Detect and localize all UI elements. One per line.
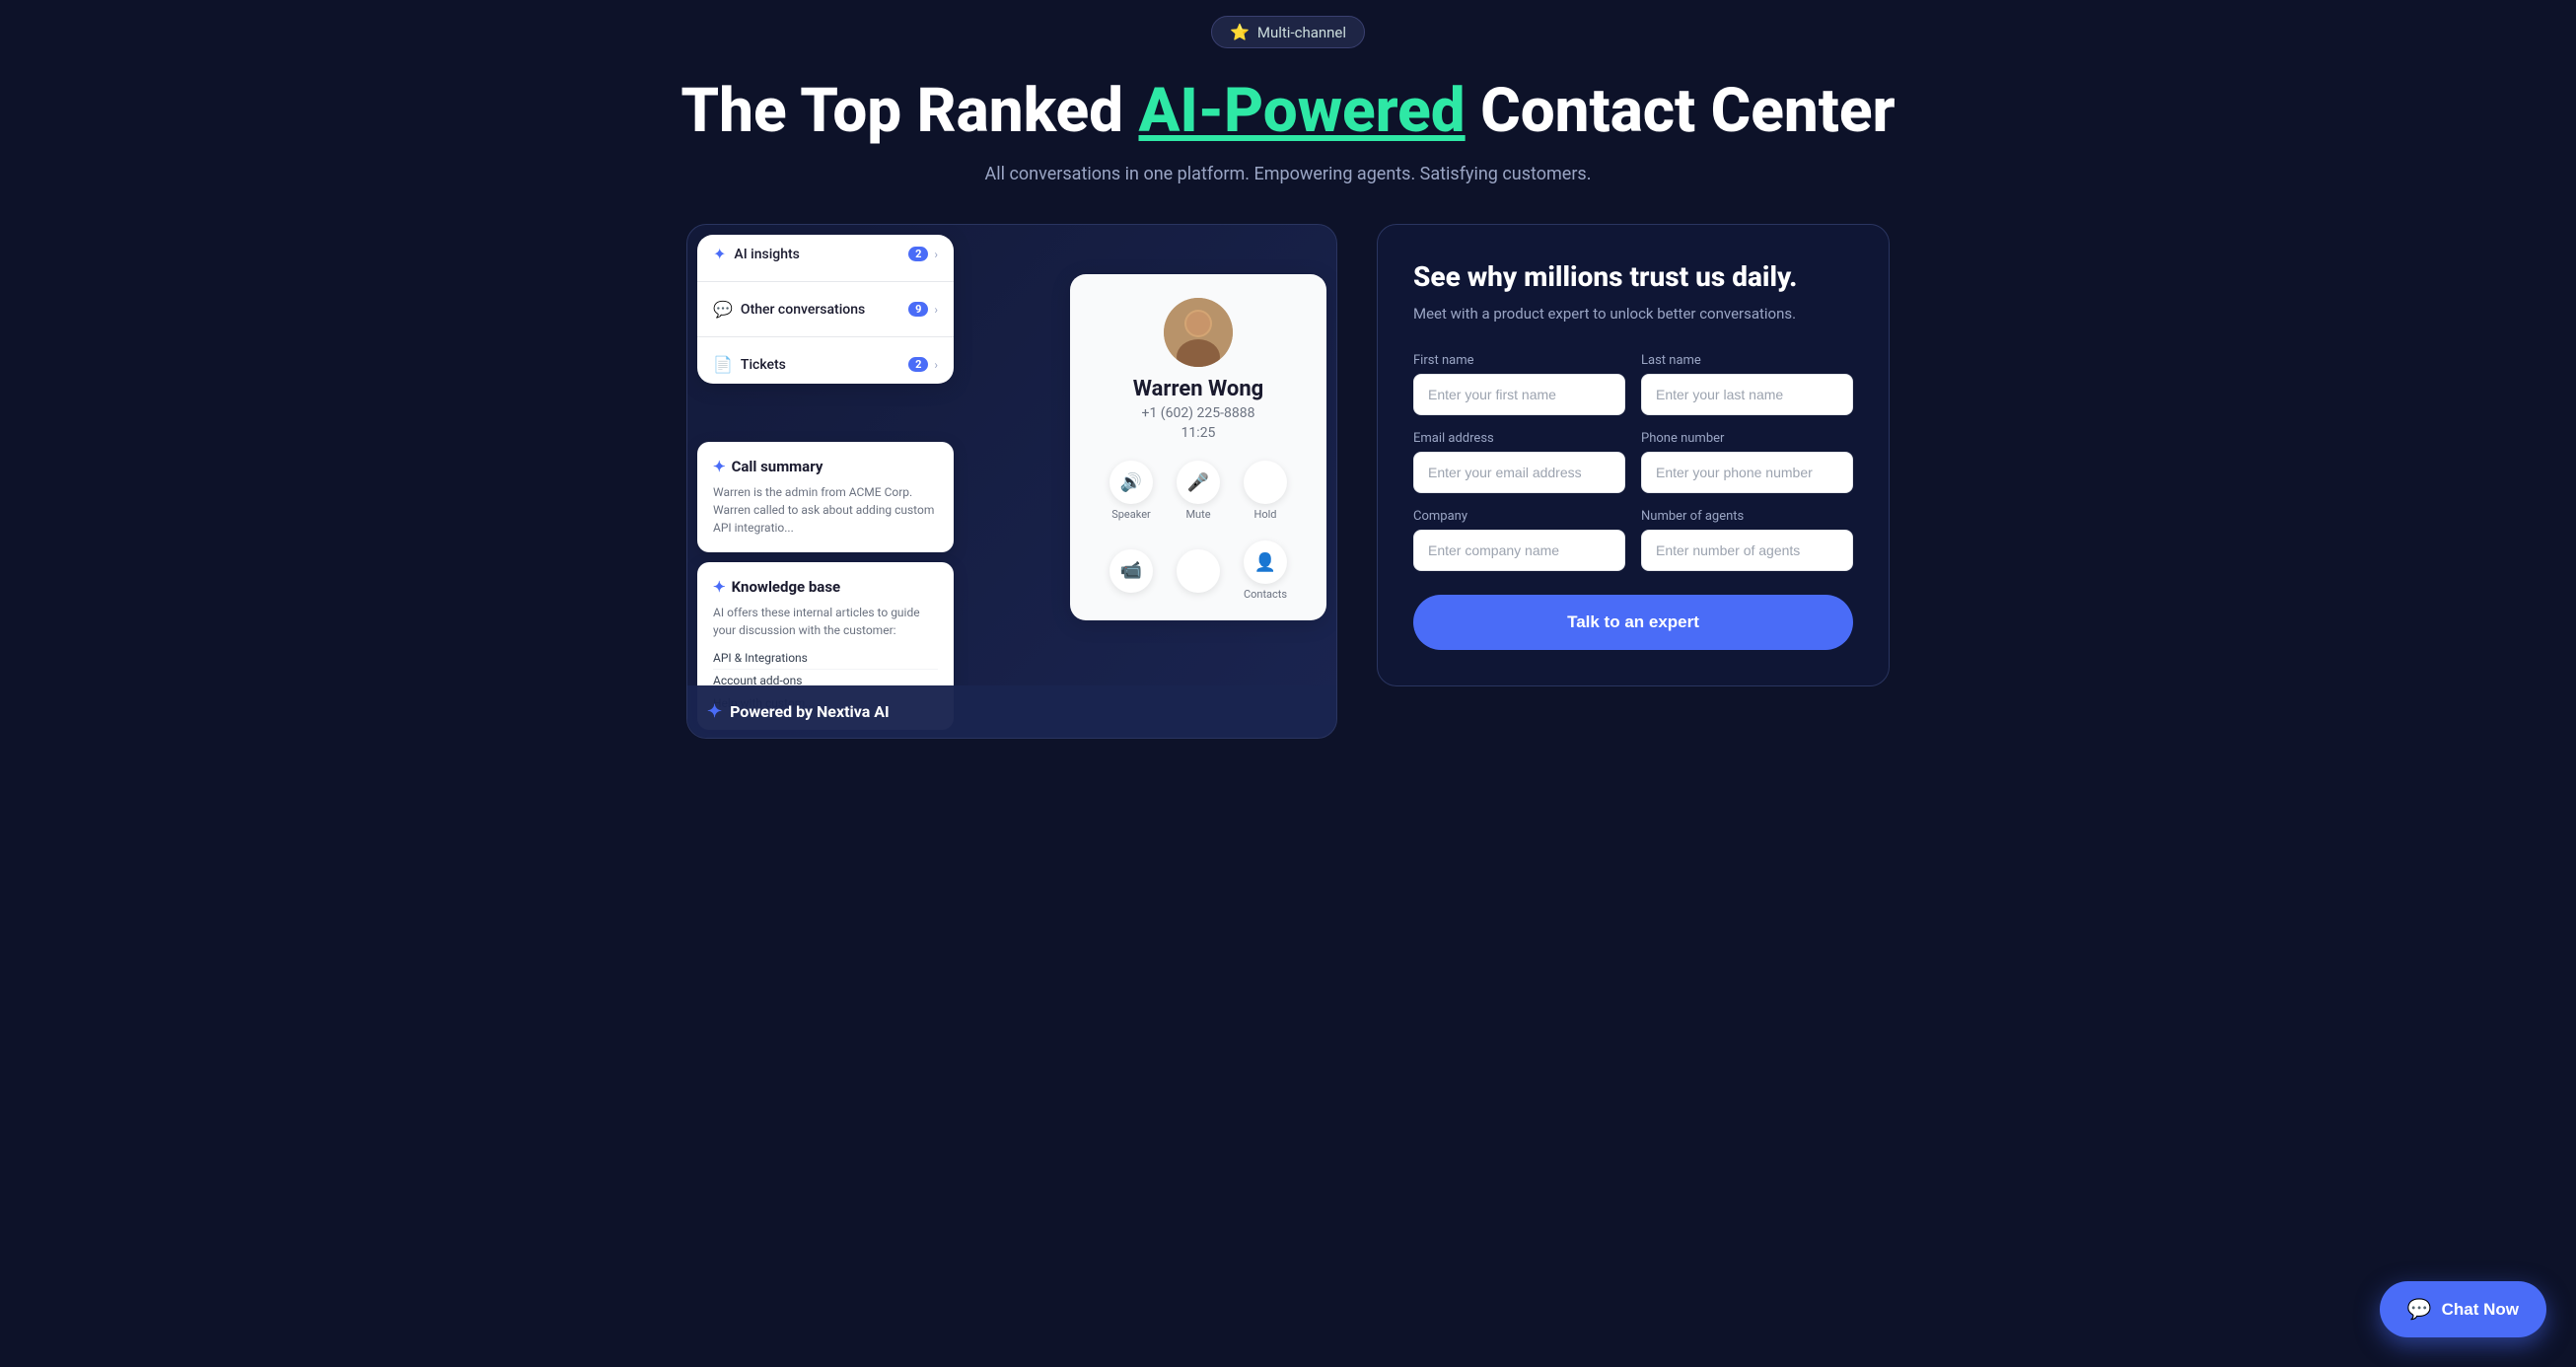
hold-control[interactable]: ⏸ Hold (1244, 461, 1287, 521)
form-row-company: Company Number of agents (1413, 509, 1853, 571)
chat-now-label: Chat Now (2442, 1300, 2519, 1320)
chevron-right-icon: › (934, 248, 938, 261)
tickets-badge: 2 (908, 357, 928, 372)
company-input[interactable] (1413, 530, 1625, 571)
mute-icon: 🎤 (1177, 461, 1220, 504)
speaker-control[interactable]: 🔊 Speaker (1109, 461, 1153, 521)
hero-title-accent: AI-Powered (1138, 75, 1465, 147)
first-name-input[interactable] (1413, 374, 1625, 415)
hero-title-start: The Top Ranked (680, 75, 1138, 147)
caller-name: Warren Wong (1133, 377, 1264, 401)
hero-subtitle: All conversations in one platform. Empow… (0, 164, 2576, 184)
sidebar-other-conv-label: Other conversations (741, 302, 865, 318)
chevron-right-icon-2: › (934, 303, 938, 317)
form-row-contact: Email address Phone number (1413, 431, 1853, 493)
speaker-label: Speaker (1111, 508, 1151, 521)
chat-now-icon: 💬 (2407, 1297, 2432, 1322)
chevron-right-icon-3: › (934, 358, 938, 372)
sparkle-icon: ✦ (713, 245, 726, 263)
sidebar-ai-insights-label: AI insights (734, 247, 799, 262)
mockup-panel: ✦ AI insights 2 › 💬 Other conversations (686, 224, 1337, 739)
powered-by-bar: ✦ Powered by Nextiva AI (687, 685, 1336, 738)
ai-insights-badge: 2 (908, 247, 928, 261)
call-summary-title: Call summary (732, 458, 823, 475)
star-icon: ⭐ (1230, 23, 1250, 41)
hero-title-end: Contact Center (1466, 75, 1896, 147)
keypad-control[interactable]: ⠿ (1177, 549, 1220, 593)
last-name-label: Last name (1641, 353, 1853, 368)
last-name-input[interactable] (1641, 374, 1853, 415)
mute-control[interactable]: 🎤 Mute (1177, 461, 1220, 521)
form-row-name: First name Last name (1413, 353, 1853, 415)
powered-by-text: Powered by Nextiva AI (730, 702, 890, 721)
other-conv-badge: 9 (908, 302, 928, 317)
company-label: Company (1413, 509, 1625, 524)
phone-group: Phone number (1641, 431, 1853, 493)
sidebar-item-other-conversations[interactable]: 💬 Other conversations 9 › (697, 290, 954, 328)
badge-label: Multi-channel (1257, 24, 1346, 41)
caller-phone: +1 (602) 225-8888 (1142, 405, 1255, 421)
phone-label: Phone number (1641, 431, 1853, 446)
company-group: Company (1413, 509, 1625, 571)
contacts-control[interactable]: 👤 Contacts (1244, 540, 1287, 601)
agents-label: Number of agents (1641, 509, 1853, 524)
caller-avatar-svg (1164, 298, 1233, 367)
knowledge-base-text: AI offers these internal articles to gui… (713, 604, 938, 639)
call-summary-text: Warren is the admin from ACME Corp. Warr… (713, 483, 938, 537)
mute-label: Mute (1185, 508, 1210, 521)
multi-channel-badge: ⭐ Multi-channel (1211, 16, 1365, 48)
agents-input[interactable] (1641, 530, 1853, 571)
call-ui: Warren Wong +1 (602) 225-8888 11:25 🔊 Sp… (1070, 274, 1326, 620)
mockup-sidebar: ✦ AI insights 2 › 💬 Other conversations (697, 235, 954, 384)
last-name-group: Last name (1641, 353, 1853, 415)
first-name-group: First name (1413, 353, 1625, 415)
contact-form-panel: See why millions trust us daily. Meet wi… (1377, 224, 1890, 686)
form-subtitle: Meet with a product expert to unlock bet… (1413, 303, 1853, 325)
contacts-label: Contacts (1244, 588, 1287, 601)
powered-sparkle-icon: ✦ (707, 701, 722, 722)
sparkle-icon-2: ✦ (713, 458, 726, 475)
first-name-label: First name (1413, 353, 1625, 368)
video-control[interactable]: 📹 (1109, 549, 1153, 593)
hold-icon: ⏸ (1244, 461, 1287, 504)
speaker-icon: 🔊 (1109, 461, 1153, 504)
knowledge-base-title: Knowledge base (732, 578, 841, 596)
hero-title: The Top Ranked AI-Powered Contact Center (0, 76, 2576, 146)
chat-bubble-icon: 💬 (713, 300, 733, 319)
contacts-icon: 👤 (1244, 540, 1287, 584)
email-group: Email address (1413, 431, 1625, 493)
video-icon: 📹 (1109, 549, 1153, 593)
email-input[interactable] (1413, 452, 1625, 493)
sidebar-item-ai-insights[interactable]: ✦ AI insights 2 › (697, 235, 954, 273)
form-title: See why millions trust us daily. (1413, 260, 1853, 293)
chat-now-button[interactable]: 💬 Chat Now (2380, 1281, 2546, 1337)
call-time: 11:25 (1181, 425, 1216, 441)
phone-input[interactable] (1641, 452, 1853, 493)
email-label: Email address (1413, 431, 1625, 446)
talk-to-expert-button[interactable]: Talk to an expert (1413, 595, 1853, 650)
sidebar-item-tickets[interactable]: 📄 Tickets 2 › (697, 345, 954, 384)
ticket-icon: 📄 (713, 355, 733, 374)
call-summary-card: ✦ Call summary Warren is the admin from … (697, 442, 954, 552)
agents-group: Number of agents (1641, 509, 1853, 571)
sidebar-tickets-label: Tickets (741, 357, 786, 373)
sparkle-icon-3: ✦ (713, 578, 726, 596)
kb-item-1: API & Integrations (713, 647, 938, 670)
hold-label: Hold (1254, 508, 1277, 521)
keypad-icon: ⠿ (1177, 549, 1220, 593)
